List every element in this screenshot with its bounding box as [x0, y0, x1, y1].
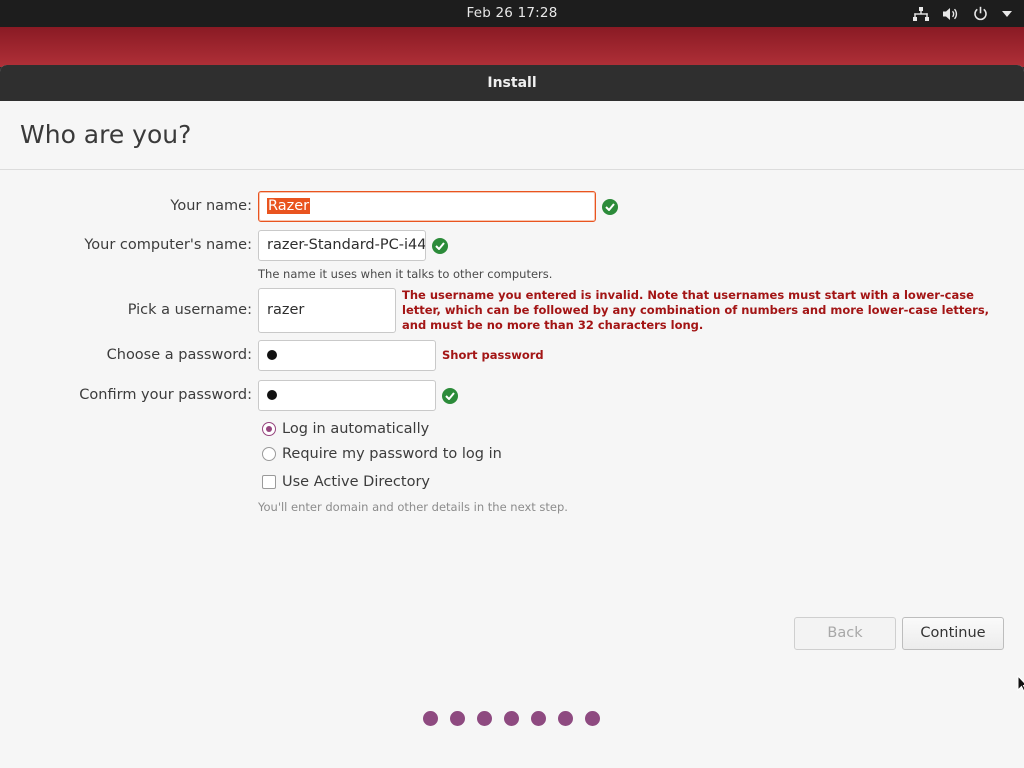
network-icon[interactable] — [913, 6, 929, 21]
name-valid-icon — [602, 199, 618, 215]
progress-indicator — [423, 711, 600, 726]
installer-window: Install Who are you? Your name: Razer Yo… — [0, 65, 1024, 768]
password-strength: Short password — [442, 348, 544, 362]
name-input-value: Razer — [267, 198, 311, 214]
progress-dot — [450, 711, 465, 726]
computer-name-valid-icon — [432, 238, 448, 254]
active-directory-option[interactable]: Use Active Directory — [262, 474, 430, 490]
mouse-cursor-icon — [1017, 675, 1024, 693]
progress-dot — [558, 711, 573, 726]
progress-dot — [477, 711, 492, 726]
page-title: Who are you? — [20, 120, 192, 149]
header-divider — [0, 169, 1024, 170]
require-password-radio[interactable] — [262, 447, 276, 461]
progress-dot — [585, 711, 600, 726]
password-mask-dot — [267, 350, 277, 360]
name-label: Your name: — [170, 198, 252, 214]
login-auto-option[interactable]: Log in automatically — [262, 421, 429, 437]
power-icon[interactable] — [973, 6, 988, 21]
login-auto-radio[interactable] — [262, 422, 276, 436]
system-tray[interactable] — [913, 0, 1012, 27]
confirm-password-input[interactable] — [258, 380, 436, 411]
username-error: The username you entered is invalid. Not… — [402, 288, 990, 332]
confirm-password-label: Confirm your password: — [79, 387, 252, 403]
progress-dot — [423, 711, 438, 726]
computer-name-hint: The name it uses when it talks to other … — [258, 267, 553, 281]
confirm-password-valid-icon — [442, 388, 458, 404]
menu-arrow-icon[interactable] — [1002, 10, 1012, 17]
password-label: Choose a password: — [106, 347, 252, 363]
window-titlebar[interactable]: Install — [0, 65, 1024, 101]
progress-dot — [531, 711, 546, 726]
progress-dot — [504, 711, 519, 726]
name-input[interactable]: Razer — [258, 191, 596, 222]
clock[interactable]: Feb 26 17:28 — [0, 0, 1024, 27]
computer-name-label: Your computer's name: — [84, 237, 252, 253]
continue-button[interactable]: Continue — [902, 617, 1004, 650]
username-label: Pick a username: — [127, 302, 252, 318]
active-directory-label: Use Active Directory — [282, 474, 430, 490]
top-bar: Feb 26 17:28 — [0, 0, 1024, 27]
require-password-option[interactable]: Require my password to log in — [262, 446, 502, 462]
volume-icon[interactable] — [943, 7, 959, 21]
username-input[interactable]: razer — [258, 288, 396, 333]
active-directory-checkbox[interactable] — [262, 475, 276, 489]
require-password-label: Require my password to log in — [282, 446, 502, 462]
active-directory-hint: You'll enter domain and other details in… — [258, 500, 568, 514]
desktop-background — [0, 27, 1024, 67]
password-input[interactable] — [258, 340, 436, 371]
login-auto-label: Log in automatically — [282, 421, 430, 437]
back-button[interactable]: Back — [794, 617, 896, 650]
confirm-password-mask-dot — [267, 390, 277, 400]
computer-name-input[interactable]: razer-Standard-PC-i440 — [258, 230, 426, 261]
